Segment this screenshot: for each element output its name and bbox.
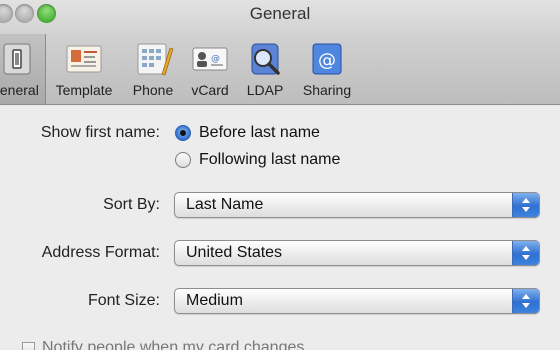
toolbar-label: vCard [191,82,229,98]
toolbar-label: LDAP [246,82,284,98]
toolbar-label: Template [55,82,113,98]
notify-label[interactable]: Notify people when my card changes [42,339,304,350]
font-size-popup[interactable]: Medium [174,288,540,314]
before-last-name-label[interactable]: Before last name [199,124,320,142]
title-bar: General General [0,0,560,105]
address-format-popup[interactable]: United States [174,240,540,266]
toolbar-tab-vcard[interactable]: @ vCard [184,34,236,104]
popup-arrows-icon [512,289,539,313]
template-icon [66,45,102,73]
address-format-value: United States [186,244,283,261]
svg-text:@: @ [318,50,336,71]
sort-by-label: Sort By: [103,196,160,213]
following-last-name-radio[interactable] [175,152,191,168]
toolbar-tab-phone[interactable]: Phone [126,34,180,104]
general-icon [3,43,31,75]
sort-by-value: Last Name [186,196,264,213]
notify-checkbox[interactable] [22,342,35,350]
toolbar-label: Sharing [302,82,352,98]
font-size-label: Font Size: [87,292,160,309]
ldap-icon [251,43,280,75]
toolbar-tab-sharing[interactable]: @ Sharing [294,34,360,104]
toolbar-tab-ldap[interactable]: LDAP [242,34,288,104]
general-preferences-pane: Show first name: Before last name Follow… [0,105,560,350]
before-last-name-radio[interactable] [175,125,191,141]
preferences-toolbar: General Template [0,34,560,104]
sort-by-popup[interactable]: Last Name [174,192,540,218]
font-size-value: Medium [186,292,243,309]
vcard-icon: @ [192,47,228,71]
popup-arrows-icon [512,193,539,217]
following-last-name-label[interactable]: Following last name [199,151,340,169]
toolbar-tab-template[interactable]: Template [48,34,120,104]
toolbar-tab-general[interactable]: General [0,34,46,104]
preferences-window: General General [0,0,560,350]
svg-text:@: @ [211,54,220,64]
popup-arrows-icon [512,241,539,265]
toolbar-label: Phone [132,82,174,98]
address-format-label: Address Format: [41,244,160,261]
window-title: General [249,4,311,23]
phone-icon [137,43,174,76]
show-first-name-label: Show first name: [40,124,160,141]
sharing-icon: @ [312,43,342,75]
toolbar-label: General [0,82,39,98]
